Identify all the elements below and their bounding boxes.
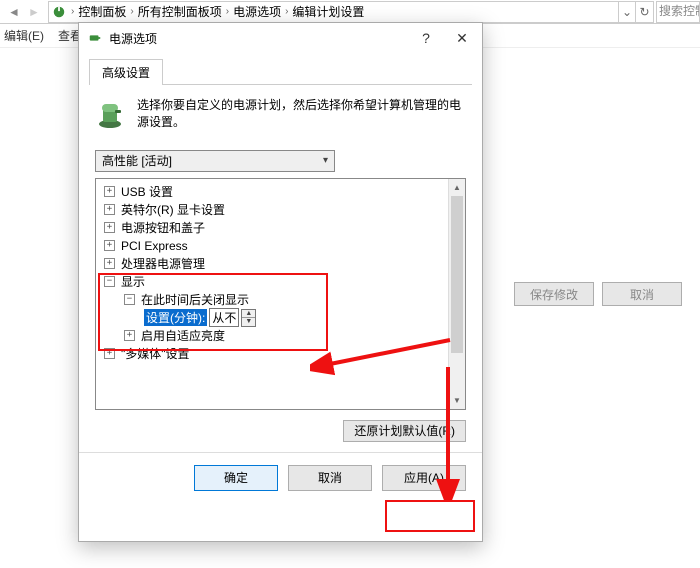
tree-item[interactable]: PCI Express [98,237,463,255]
tree-item-setting-row: 设置(分钟): 从不 ▲▼ [98,309,463,327]
address-bar: ◄ ► › 控制面板 › 所有控制面板项 › 电源选项 › 编辑计划设置 ⌄ ↻… [0,0,700,24]
spinner-up-icon[interactable]: ▲ [242,310,255,318]
title-bar: 电源选项 ? ✕ [79,23,482,53]
save-changes-button[interactable]: 保存修改 [514,282,594,306]
nav-forward-button[interactable]: ► [24,2,44,22]
tree-item[interactable]: 英特尔(R) 显卡设置 [98,201,463,219]
chevron-right-icon: › [69,6,76,17]
chevron-right-icon: › [224,6,231,17]
expand-icon[interactable] [124,330,135,341]
setting-spinner[interactable]: ▲▼ [241,309,256,327]
plug-icon [51,4,67,20]
collapse-icon[interactable] [124,294,135,305]
power-plan-selected: 高性能 [活动] [102,152,172,169]
search-input[interactable]: 搜索控制 [656,1,700,23]
tree-item[interactable]: USB 设置 [98,183,463,201]
close-button[interactable]: ✕ [444,24,480,52]
chevron-right-icon: › [283,6,290,17]
scroll-up-icon[interactable]: ▲ [449,179,465,196]
address-refresh-button[interactable]: ↻ [636,1,654,23]
tree-item-adaptive-brightness[interactable]: 启用自适应亮度 [98,327,463,345]
nav-back-button[interactable]: ◄ [4,2,24,22]
address-dropdown-button[interactable]: ⌄ [618,1,636,23]
breadcrumb[interactable]: › 控制面板 › 所有控制面板项 › 电源选项 › 编辑计划设置 [48,1,618,23]
settings-tree: USB 设置 英特尔(R) 显卡设置 电源按钮和盖子 PCI Express 处… [95,178,466,410]
parent-window-buttons: 保存修改 取消 [514,282,682,306]
scroll-thumb[interactable] [451,196,463,353]
scroll-down-icon[interactable]: ▼ [449,392,465,409]
breadcrumb-segment[interactable]: 控制面板 [76,3,128,20]
tree-item-display[interactable]: 显示 [98,273,463,291]
expand-icon[interactable] [104,240,115,251]
restore-defaults-button[interactable]: 还原计划默认值(R) [343,420,466,442]
tree-item[interactable]: 处理器电源管理 [98,255,463,273]
dialog-title: 电源选项 [109,30,408,47]
cancel-button[interactable]: 取消 [288,465,372,491]
chevron-down-icon: ▾ [323,155,328,166]
annotation-highlight-apply [385,500,475,532]
spinner-down-icon[interactable]: ▼ [242,318,255,326]
breadcrumb-segment[interactable]: 所有控制面板项 [136,3,224,20]
power-options-dialog: 电源选项 ? ✕ 高级设置 选择你要自定义的电源计划，然后选择你希望计算机管理的… [78,22,483,542]
power-plan-icon [95,97,127,131]
tree-scrollbar[interactable]: ▲ ▼ [448,179,465,409]
dialog-description: 选择你要自定义的电源计划，然后选择你希望计算机管理的电源设置。 [137,97,466,132]
menu-edit[interactable]: 编辑(E) [4,27,44,44]
expand-icon[interactable] [104,222,115,233]
setting-value-input[interactable]: 从不 [209,308,239,327]
expand-icon[interactable] [104,204,115,215]
apply-button[interactable]: 应用(A) [382,465,466,491]
expand-icon[interactable] [104,258,115,269]
expand-icon[interactable] [104,348,115,359]
cancel-button[interactable]: 取消 [602,282,682,306]
tree-item-display-off-after[interactable]: 在此时间后关闭显示 [98,291,463,309]
collapse-icon[interactable] [104,276,115,287]
power-plan-select[interactable]: 高性能 [活动] ▾ [95,150,335,172]
breadcrumb-segment[interactable]: 电源选项 [231,3,283,20]
separator [79,452,482,453]
ok-button[interactable]: 确定 [194,465,278,491]
tab-strip: 高级设置 [79,53,482,85]
chevron-right-icon: › [128,6,135,17]
expand-icon[interactable] [104,186,115,197]
tree-item[interactable]: "多媒体"设置 [98,345,463,363]
setting-label: 设置(分钟): [144,309,207,326]
tab-advanced-settings[interactable]: 高级设置 [89,59,163,85]
breadcrumb-segment[interactable]: 编辑计划设置 [290,3,366,20]
tree-item[interactable]: 电源按钮和盖子 [98,219,463,237]
battery-icon [87,30,103,46]
help-button[interactable]: ? [408,24,444,52]
